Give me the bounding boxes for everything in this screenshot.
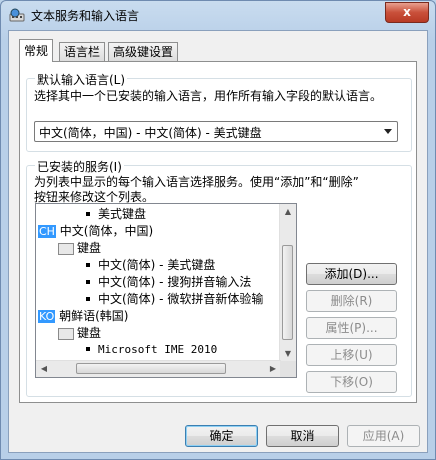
default-language-description: 选择其中一个已安装的输入语言，用作所有输入字段的默认语言。 — [34, 89, 383, 103]
scrollbar-corner — [280, 361, 296, 377]
keyboard-icon — [58, 242, 74, 255]
bullet-icon — [86, 347, 90, 351]
tree-item-korean-language[interactable]: KO 朝鲜语(韩国) — [38, 308, 128, 324]
default-language-group-title: 默认输入语言(L) — [35, 71, 128, 88]
bullet-icon — [86, 262, 90, 267]
tab-advanced-key-settings[interactable]: 高级键设置 — [108, 42, 179, 61]
tree-vertical-scrollbar[interactable]: ▲ ▼ — [279, 204, 296, 362]
tree-item-ch-ms-pinyin[interactable]: 中文(简体) - 微软拼音新体验输 — [86, 291, 263, 307]
bullet-icon — [86, 211, 90, 216]
dialog-client-area: 常规 语言栏 高级键设置 默认输入语言(L) 选择其中一个已安装的输入语言，用作… — [8, 30, 428, 453]
scroll-left-icon[interactable]: ◀ — [36, 361, 52, 377]
tree-horizontal-scrollbar[interactable]: ◀ ▶ — [36, 360, 281, 377]
tab-language-bar[interactable]: 语言栏 — [59, 42, 106, 61]
default-language-select[interactable]: 中文(简体，中国) - 中文(简体) - 美式键盘 — [34, 121, 398, 142]
scroll-down-icon[interactable]: ▼ — [280, 346, 296, 362]
vertical-scroll-thumb[interactable] — [282, 245, 293, 340]
tree-item-ko-keyboard-group[interactable]: 键盘 — [58, 325, 101, 341]
tree-item-ko-ms-ime[interactable]: Microsoft IME 2010 — [86, 342, 217, 358]
window-title: 文本服务和输入语言 — [31, 9, 140, 23]
bullet-icon — [86, 296, 90, 301]
keyboard-icon — [58, 327, 74, 340]
close-icon: x — [403, 5, 411, 19]
scroll-up-icon[interactable]: ▲ — [280, 204, 296, 220]
close-button[interactable]: x — [385, 2, 429, 23]
scroll-right-icon[interactable]: ▶ — [265, 361, 281, 377]
move-up-button[interactable]: 上移(U) — [306, 344, 397, 366]
keyboard-globe-icon — [9, 8, 25, 22]
installed-services-group-title: 已安装的服务(I) — [35, 158, 124, 175]
title-bar[interactable]: 文本服务和输入语言 x — [1, 1, 435, 29]
dialog-window: 文本服务和输入语言 x 常规 语言栏 高级键设置 默认输入语言(L) 选择其中一… — [0, 0, 436, 460]
tree-item-ch-keyboard-group[interactable]: 键盘 — [58, 240, 101, 256]
tab-general[interactable]: 常规 — [19, 39, 54, 62]
add-button[interactable]: 添加(D)... — [306, 263, 397, 285]
language-badge-ko: KO — [38, 310, 56, 323]
properties-button[interactable]: 属性(P)... — [306, 317, 397, 339]
tree-item-us-keyboard[interactable]: 美式键盘 — [86, 206, 146, 222]
default-language-selected-value: 中文(简体，中国) - 中文(简体) - 美式键盘 — [39, 126, 262, 140]
remove-button[interactable]: 删除(R) — [306, 290, 397, 312]
ok-button[interactable]: 确定 — [185, 425, 258, 447]
horizontal-scroll-thumb[interactable] — [76, 363, 226, 374]
apply-button[interactable]: 应用(A) — [347, 425, 420, 447]
tree-item-ch-us-keyboard[interactable]: 中文(简体) - 美式键盘 — [86, 257, 215, 273]
tree-item-ch-sogou-pinyin[interactable]: 中文(简体) - 搜狗拼音输入法 — [86, 274, 251, 290]
bullet-icon — [86, 279, 90, 284]
move-down-button[interactable]: 下移(O) — [306, 371, 397, 393]
tree-content: 美式键盘 CH 中文(简体，中国) 键盘 中文(简体) - 美式键盘 中文(简体… — [36, 204, 281, 362]
cancel-button[interactable]: 取消 — [266, 425, 339, 447]
chevron-down-icon — [384, 129, 392, 134]
tree-item-chinese-language[interactable]: CH 中文(简体，中国) — [38, 223, 153, 239]
language-badge-ch: CH — [38, 225, 56, 238]
installed-services-tree[interactable]: 美式键盘 CH 中文(简体，中国) 键盘 中文(简体) - 美式键盘 中文(简体… — [35, 203, 297, 378]
installed-services-description-line1: 为列表中显示的每个输入语言选择服务。使用“添加”和“删除” — [34, 175, 359, 189]
